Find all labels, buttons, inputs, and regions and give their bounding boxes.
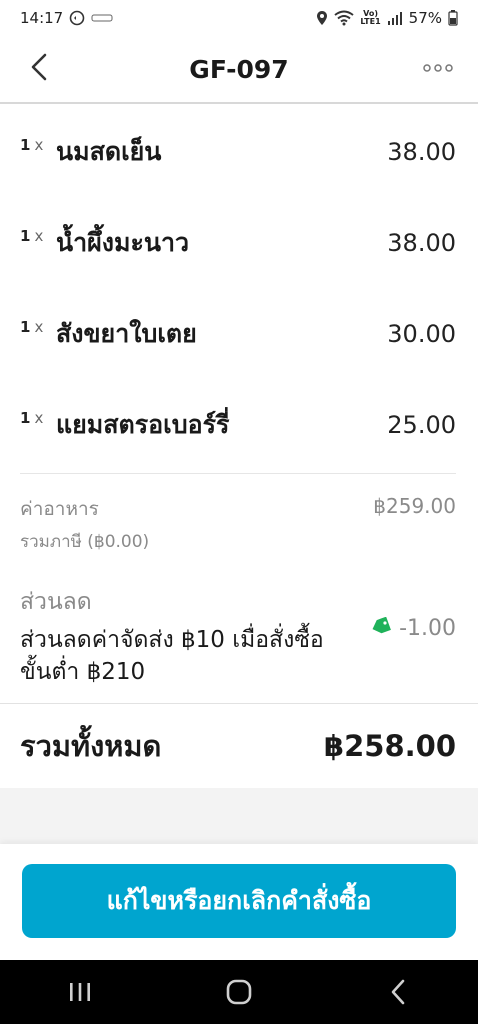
recent-apps-button[interactable] <box>50 970 110 1014</box>
food-cost-section: ค่าอาหาร รวมภาษี (฿0.00) ฿259.00 <box>20 494 456 555</box>
total-row: รวมทั้งหมด ฿258.00 <box>20 704 456 788</box>
food-cost-amount: ฿259.00 <box>373 494 456 518</box>
sync-icon <box>69 10 85 26</box>
battery-icon <box>448 10 458 26</box>
header: GF-097 <box>0 36 478 104</box>
recent-apps-icon <box>69 983 90 1001</box>
app-notification-icon <box>91 12 113 24</box>
tax-label: รวมภาษี (฿0.00) <box>20 532 150 552</box>
discount-section: ส่วนลด ส่วนลดค่าจัดส่ง ฿10 เมื่อสั่งซื้อ… <box>20 584 456 688</box>
total-label: รวมทั้งหมด <box>20 729 162 763</box>
edit-cancel-order-button[interactable]: แก้ไขหรือยกเลิกคำสั่งซื้อ <box>22 864 456 938</box>
more-dots-icon <box>423 64 453 72</box>
item-name: แยมสตรอเบอร์รี่ <box>56 409 230 439</box>
location-icon <box>316 10 328 26</box>
home-button[interactable] <box>209 970 269 1014</box>
discount-amount-wrap: -1.00 <box>371 616 456 641</box>
item-quantity: 1x <box>20 409 44 427</box>
home-icon <box>226 979 252 1005</box>
battery-percent: 57% <box>408 9 442 27</box>
wifi-icon <box>334 10 355 26</box>
order-item: 1x สังขยาใบเตย 30.00 <box>20 288 456 379</box>
chevron-left-icon <box>31 53 47 81</box>
bottom-action-area: แก้ไขหรือยกเลิกคำสั่งซื้อ <box>0 844 478 960</box>
system-nav-bar <box>0 960 478 1024</box>
discount-description: ส่วนลดค่าจัดส่ง ฿10 เมื่อสั่งซื้อขั้นต่ำ… <box>20 627 324 685</box>
more-options-button[interactable] <box>416 52 460 84</box>
signal-icon <box>387 11 403 25</box>
discount-amount: -1.00 <box>399 616 456 641</box>
item-price: 30.00 <box>387 319 456 348</box>
item-price: 25.00 <box>387 410 456 439</box>
system-back-button[interactable] <box>368 970 428 1014</box>
total-amount: ฿258.00 <box>323 729 456 763</box>
page-title: GF-097 <box>189 54 289 84</box>
order-items-list: 1x นมสดเย็น 38.00 1x น้ำผึ้งมะนาว 38.00 … <box>20 106 456 470</box>
back-arrow-icon <box>392 979 405 1005</box>
order-item: 1x น้ำผึ้งมะนาว 38.00 <box>20 197 456 288</box>
item-name: น้ำผึ้งมะนาว <box>56 227 190 257</box>
item-quantity: 1x <box>20 136 44 154</box>
item-quantity: 1x <box>20 318 44 336</box>
item-quantity: 1x <box>20 227 44 245</box>
lte-icon: Vo) LTE1 <box>360 9 381 26</box>
back-button[interactable] <box>22 50 56 84</box>
item-name: นมสดเย็น <box>56 136 162 166</box>
order-item: 1x นมสดเย็น 38.00 <box>20 106 456 197</box>
divider <box>20 473 456 474</box>
item-name: สังขยาใบเตย <box>56 318 197 348</box>
status-bar: 14:17 Vo) LTE1 57% <box>0 0 478 36</box>
discount-title: ส่วนลด <box>20 589 92 615</box>
item-price: 38.00 <box>387 228 456 257</box>
item-price: 38.00 <box>387 137 456 166</box>
order-item: 1x แยมสตรอเบอร์รี่ 25.00 <box>20 379 456 470</box>
status-time: 14:17 <box>20 9 64 27</box>
price-tag-icon <box>371 616 391 641</box>
spacer-band <box>0 788 478 844</box>
